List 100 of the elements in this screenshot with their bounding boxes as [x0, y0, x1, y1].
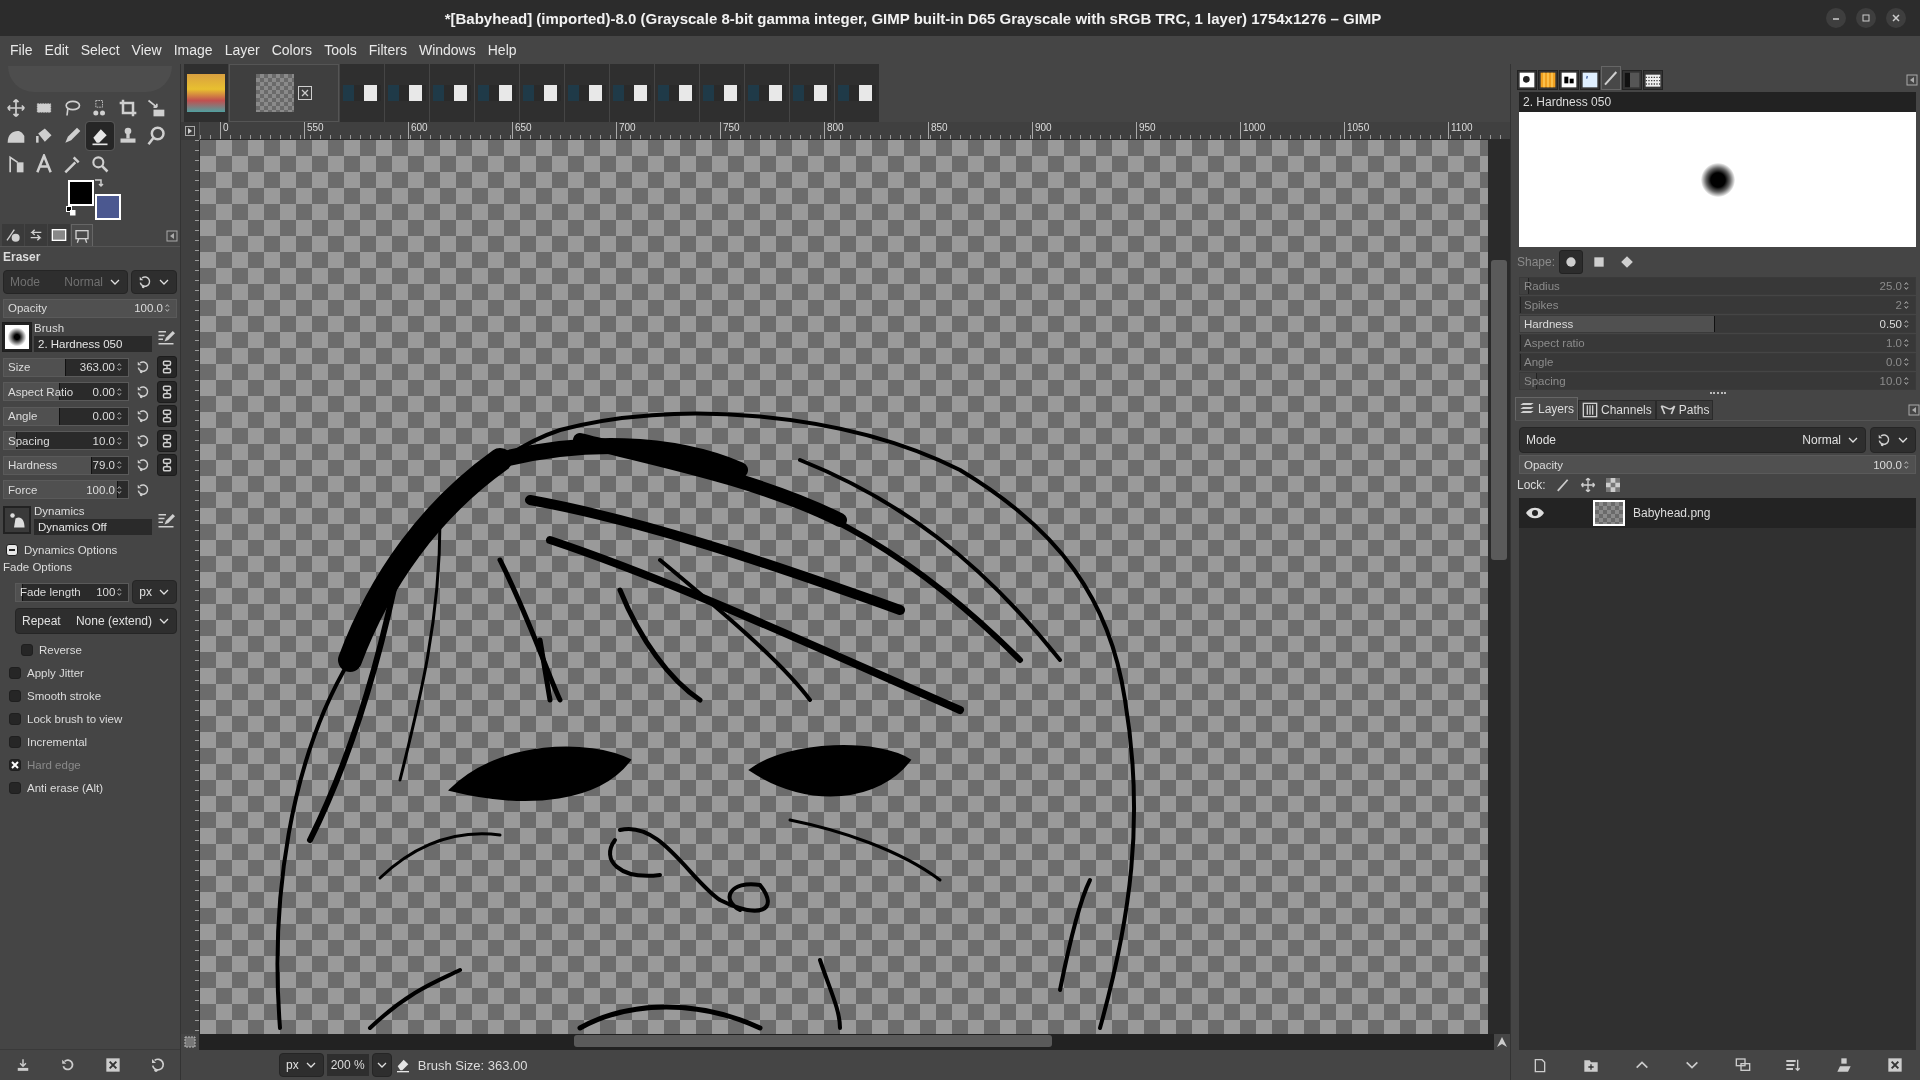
- patterns-tab-icon[interactable]: [1643, 70, 1663, 90]
- close-icon[interactable]: [298, 86, 312, 100]
- link-icon[interactable]: [157, 356, 177, 379]
- close-icon[interactable]: [1886, 8, 1906, 28]
- minimize-icon[interactable]: [1826, 8, 1846, 28]
- menu-item[interactable]: File: [4, 42, 39, 58]
- maximize-icon[interactable]: [1856, 8, 1876, 28]
- menu-item[interactable]: Select: [74, 42, 126, 58]
- menu-item[interactable]: Image: [167, 42, 219, 58]
- document-tab-icon[interactable]: [1580, 70, 1600, 90]
- menu-item[interactable]: Filters: [362, 42, 413, 58]
- dynamics-field[interactable]: Dynamics Off: [34, 519, 152, 535]
- link-icon[interactable]: [157, 405, 177, 428]
- reset-dropdown[interactable]: [131, 270, 177, 294]
- link-icon[interactable]: [157, 429, 177, 452]
- default-colors-icon[interactable]: [66, 206, 76, 216]
- move-lock-icon[interactable]: [1579, 477, 1596, 493]
- dynamics-preview-icon[interactable]: [3, 506, 31, 534]
- resize-grip[interactable]: [1709, 392, 1726, 396]
- fonts-tab-icon[interactable]: [1559, 70, 1579, 90]
- brush-editor-tab-icon[interactable]: [1601, 66, 1621, 90]
- background-color-swatch[interactable]: [95, 194, 121, 220]
- layer-row[interactable]: Babyhead.png: [1519, 498, 1916, 528]
- image-tab[interactable]: [475, 64, 519, 122]
- image-tab[interactable]: [610, 64, 654, 122]
- checkbox[interactable]: [9, 689, 21, 702]
- link-icon[interactable]: [157, 454, 177, 477]
- image-tab[interactable]: [520, 64, 564, 122]
- eraser-tool-icon[interactable]: [86, 122, 114, 150]
- brushes-tab-icon[interactable]: [1517, 70, 1537, 90]
- fade-length-slider[interactable]: Fade length 100: [15, 582, 130, 602]
- brush-setting-slider[interactable]: Aspect Ratio 0.00: [3, 382, 129, 402]
- dock-tab[interactable]: Paths: [1655, 400, 1714, 420]
- zoom-field[interactable]: 200 %: [326, 1054, 369, 1076]
- brush-dot-drawing: [1700, 162, 1735, 197]
- image-tab[interactable]: [655, 64, 699, 122]
- opacity-slider[interactable]: Opacity 100.0: [3, 298, 177, 318]
- image-tab[interactable]: [385, 64, 429, 122]
- menu-item[interactable]: Edit: [38, 42, 75, 58]
- brush-setting-slider[interactable]: Size 363.00: [3, 357, 129, 377]
- brush-setting-slider[interactable]: Angle 0.00: [3, 406, 129, 426]
- menu-item[interactable]: Help: [481, 42, 523, 58]
- checkerboard-lock-icon[interactable]: [1605, 478, 1620, 492]
- slider-value: 10.0: [92, 434, 115, 447]
- menu-item[interactable]: Windows: [412, 42, 482, 58]
- checkbox[interactable]: [9, 735, 21, 748]
- expander-icon[interactable]: [6, 543, 18, 556]
- image-canvas[interactable]: [200, 140, 1488, 1034]
- reset-dropdown[interactable]: [1870, 427, 1916, 453]
- unit-dropdown[interactable]: px: [279, 1053, 324, 1077]
- easel-tab-icon[interactable]: [71, 224, 93, 246]
- link-icon[interactable]: [157, 380, 177, 403]
- image-tab[interactable]: [835, 64, 879, 122]
- photo-placeholder: [187, 74, 225, 112]
- brush-setting-slider[interactable]: Hardness 79.0: [3, 455, 129, 475]
- image-tab[interactable]: [430, 64, 474, 122]
- checkbox[interactable]: [9, 712, 21, 725]
- dock-tab[interactable]: Channels: [1578, 400, 1656, 420]
- dock-menu-icon[interactable]: [166, 230, 178, 242]
- unit-dropdown[interactable]: px: [132, 580, 177, 604]
- image-tab[interactable]: [700, 64, 744, 122]
- brush-name-field[interactable]: 2. Hardness 050: [34, 336, 152, 352]
- image-tab[interactable]: [340, 64, 384, 122]
- dock-tab[interactable]: Layers: [1515, 397, 1579, 420]
- quick-mask-icon[interactable]: [184, 1036, 196, 1048]
- layer-opacity-slider[interactable]: Opacity 100.0: [1519, 455, 1916, 474]
- navigate-icon[interactable]: [1496, 1036, 1508, 1048]
- repeat-dropdown[interactable]: Repeat None (extend): [15, 608, 177, 634]
- menu-item[interactable]: Colors: [265, 42, 319, 58]
- brush-preview[interactable]: [3, 323, 31, 351]
- dock-menu-icon[interactable]: [1908, 404, 1920, 416]
- undo-tab-icon[interactable]: [25, 224, 47, 246]
- brush-parameter-slider[interactable]: Hardness 0.50: [1519, 315, 1916, 333]
- checkbox[interactable]: [21, 643, 33, 656]
- eye-icon[interactable]: [1525, 506, 1545, 520]
- horizontal-scrollbar[interactable]: [199, 1034, 1494, 1050]
- brush-setting-slider[interactable]: Force 100.0: [3, 480, 129, 500]
- checkbox[interactable]: [9, 666, 21, 679]
- layer-mode-dropdown[interactable]: Mode Normal: [1519, 427, 1866, 453]
- brush-setting-slider[interactable]: Spacing 10.0: [3, 431, 129, 451]
- menu-item[interactable]: View: [125, 42, 168, 58]
- image-tab[interactable]: [790, 64, 834, 122]
- swap-arrows-icon[interactable]: [94, 178, 104, 188]
- foreground-color-swatch[interactable]: [68, 180, 94, 206]
- image-tab[interactable]: [745, 64, 789, 122]
- info-tab-icon[interactable]: [2, 224, 24, 246]
- image-tab[interactable]: [184, 64, 228, 122]
- brush-lock-icon[interactable]: [1555, 478, 1570, 492]
- gradients-tab-icon[interactable]: [1538, 70, 1558, 90]
- vertical-scrollbar[interactable]: [1488, 140, 1510, 1034]
- dock-menu-icon[interactable]: [1906, 74, 1918, 86]
- ruler-label: 650: [512, 122, 616, 139]
- checkbox[interactable]: [9, 781, 21, 794]
- images-tab-icon[interactable]: [48, 224, 70, 246]
- zoom-dropdown-icon[interactable]: [371, 1053, 392, 1077]
- menu-item[interactable]: Layer: [218, 42, 266, 58]
- ruler-menu-icon[interactable]: [185, 126, 195, 136]
- circle-shape-icon[interactable]: [1559, 250, 1584, 274]
- menu-item[interactable]: Tools: [318, 42, 363, 58]
- image-tab[interactable]: [565, 64, 609, 122]
